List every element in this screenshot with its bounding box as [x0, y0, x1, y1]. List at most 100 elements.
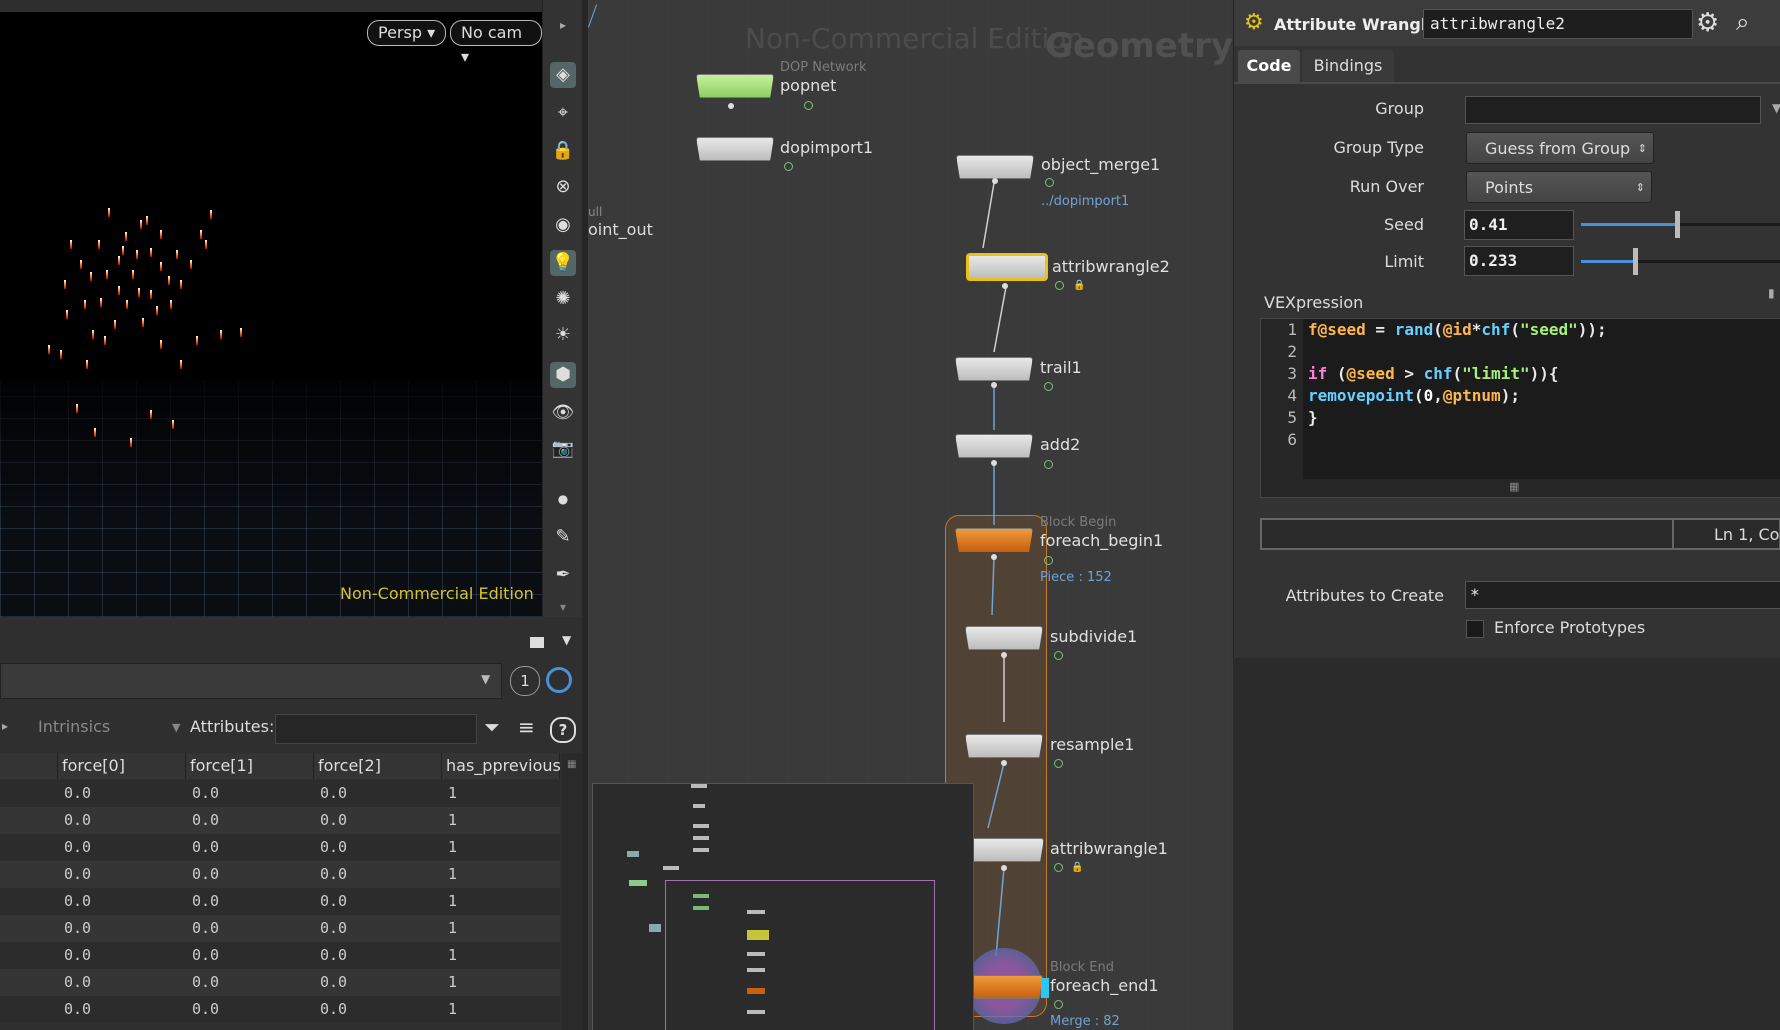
persp-menu[interactable]: Persp ▾	[367, 20, 447, 46]
column-header[interactable]: has_pprevious	[442, 753, 561, 779]
visualizer-icon[interactable]: 👁	[550, 400, 576, 426]
node-name-field[interactable]: attribwrangle2	[1423, 9, 1693, 39]
tab-bindings[interactable]: Bindings	[1302, 50, 1394, 82]
node-output-connector[interactable]	[1001, 652, 1007, 658]
node-attribwrangle1[interactable]	[966, 838, 1044, 862]
point-icon[interactable]: ●	[550, 486, 576, 512]
camera-tool-icon[interactable]: 📷	[550, 436, 576, 462]
node-trail1[interactable]	[955, 357, 1033, 381]
view-mode-dropdown-icon[interactable]: ▼	[562, 633, 571, 647]
group-type-menu[interactable]: Guess from Group ⇕	[1466, 132, 1654, 164]
node-name-label[interactable]: attribwrangle2	[1052, 257, 1170, 276]
node-dopimport1[interactable]	[696, 137, 774, 161]
node-name-label[interactable]: object_merge1	[1041, 155, 1160, 174]
vex-code-editor[interactable]: 1 2 3 4 5 6 f@seed = rand(@id*chf("seed"…	[1260, 318, 1780, 498]
network-editor[interactable]: Non-Commercial Edition Geometry ull oint…	[588, 0, 1233, 1030]
tab-code[interactable]: Code	[1238, 50, 1300, 82]
limit-field[interactable]: 0.233	[1464, 246, 1574, 276]
node-resample1[interactable]	[965, 734, 1043, 758]
gear-icon[interactable]: ⚙	[1696, 8, 1719, 38]
node-output-connector[interactable]	[992, 178, 998, 184]
node-output-connector[interactable]	[991, 460, 997, 466]
camera-menu[interactable]: No cam ▾	[450, 20, 542, 66]
node-flag-icon[interactable]	[1054, 759, 1063, 768]
node-flag-icon[interactable]	[1054, 651, 1063, 660]
node-output-connector[interactable]	[991, 554, 997, 560]
seed-slider-handle[interactable]	[1675, 211, 1680, 238]
node-flag-icon[interactable]	[1045, 178, 1054, 187]
network-minimap[interactable]	[592, 783, 974, 1030]
brush-icon[interactable]: ✎	[550, 524, 576, 550]
node-name-label[interactable]: subdivide1	[1050, 627, 1137, 646]
node-object-merge1[interactable]	[956, 155, 1034, 179]
column-header[interactable]: force[2]	[314, 753, 442, 779]
columns-icon[interactable]: ≡	[518, 715, 535, 739]
render-flag[interactable]	[1041, 978, 1049, 998]
page-number-badge[interactable]: 1	[510, 666, 540, 696]
seed-slider-track[interactable]	[1581, 211, 1780, 238]
node-output-connector[interactable]	[1002, 283, 1008, 289]
node-output-connector[interactable]	[1001, 865, 1007, 871]
node-foreach-end1[interactable]	[965, 975, 1043, 999]
column-settings-icon[interactable]: ▦	[567, 759, 576, 770]
node-flag-icon[interactable]	[804, 101, 813, 110]
node-flag-icon[interactable]	[1044, 460, 1053, 469]
code-editor-menu-icon[interactable]: ▮	[1768, 286, 1775, 300]
node-add2[interactable]	[955, 434, 1033, 458]
node-flag-icon[interactable]	[1044, 556, 1053, 565]
pen-icon[interactable]: ✒	[550, 562, 576, 588]
attributes-filter-input[interactable]	[275, 714, 477, 744]
seed-field[interactable]: 0.41	[1464, 210, 1574, 240]
group-field[interactable]	[1465, 96, 1761, 124]
limit-slider-track[interactable]	[1581, 248, 1780, 275]
node-flag-icon[interactable]	[784, 162, 793, 171]
node-flag-icon[interactable]	[1055, 281, 1064, 290]
ghost-icon[interactable]: ⊗	[550, 174, 576, 200]
node-name-label[interactable]: add2	[1040, 435, 1080, 454]
headlight-icon[interactable]: ✺	[550, 286, 576, 312]
node-name-label[interactable]: attribwrangle1	[1050, 839, 1168, 858]
node-foreach-begin1[interactable]	[955, 528, 1033, 552]
shelf-expand-icon[interactable]: ▸	[550, 12, 576, 38]
node-flag-icon[interactable]	[1054, 1000, 1063, 1009]
intrinsics-dropdown-icon[interactable]: ▼	[172, 721, 180, 734]
lock-camera-icon[interactable]: 🔒	[550, 138, 576, 164]
filter-icon[interactable]: ⏷	[484, 715, 500, 739]
scene-viewport[interactable]: Persp ▾ No cam ▾ Non-Commercial Edition	[0, 0, 542, 617]
view-mode-icon[interactable]	[530, 637, 544, 648]
group-dropdown-icon[interactable]: ▼	[1772, 101, 1780, 115]
limit-slider-handle[interactable]	[1633, 248, 1638, 275]
minimap-view-box[interactable]	[665, 880, 935, 1030]
attributes-to-create-field[interactable]: *	[1465, 581, 1780, 609]
tab-intrinsics[interactable]: Intrinsics	[38, 717, 110, 736]
class-dropdown-icon[interactable]: ▸	[2, 719, 8, 733]
node-name-label[interactable]: trail1	[1040, 358, 1082, 377]
light-icon[interactable]: 💡	[550, 250, 576, 276]
shading-icon[interactable]: ◉	[550, 212, 576, 238]
point-light-icon[interactable]: ☀	[550, 322, 576, 348]
material-icon[interactable]: ⬢	[550, 362, 576, 388]
enforce-prototypes-checkbox[interactable]	[1466, 620, 1484, 638]
node-flag-icon[interactable]	[1054, 863, 1063, 872]
code-text[interactable]: f@seed = rand(@id*chf("seed")); if (@see…	[1308, 319, 1778, 497]
node-name-label[interactable]: resample1	[1050, 735, 1134, 754]
search-icon[interactable]: ⌕	[1736, 8, 1749, 36]
column-header[interactable]: force[1]	[186, 753, 314, 779]
node-subdivide1[interactable]	[965, 626, 1043, 650]
pin-target-icon[interactable]	[546, 667, 572, 693]
node-name-label[interactable]: dopimport1	[780, 138, 873, 157]
vertical-scrollbar[interactable]: ▦	[562, 753, 582, 1030]
node-path-dropdown[interactable]: ▼	[0, 663, 502, 699]
node-flag-icon[interactable]	[1044, 382, 1053, 391]
node-name-label[interactable]: foreach_begin1	[1040, 531, 1163, 550]
display-options-icon[interactable]: ◈	[550, 62, 576, 88]
node-attribwrangle2[interactable]	[966, 253, 1048, 281]
node-popnet[interactable]	[696, 74, 774, 98]
node-output-connector[interactable]	[728, 103, 734, 109]
column-header[interactable]: force[0]	[58, 753, 186, 779]
node-output-connector[interactable]	[1001, 760, 1007, 766]
node-output-connector[interactable]	[991, 382, 997, 388]
run-over-menu[interactable]: Points ⇕	[1466, 171, 1652, 203]
node-name-label[interactable]: popnet	[780, 76, 836, 95]
help-icon[interactable]: ?	[550, 717, 576, 743]
